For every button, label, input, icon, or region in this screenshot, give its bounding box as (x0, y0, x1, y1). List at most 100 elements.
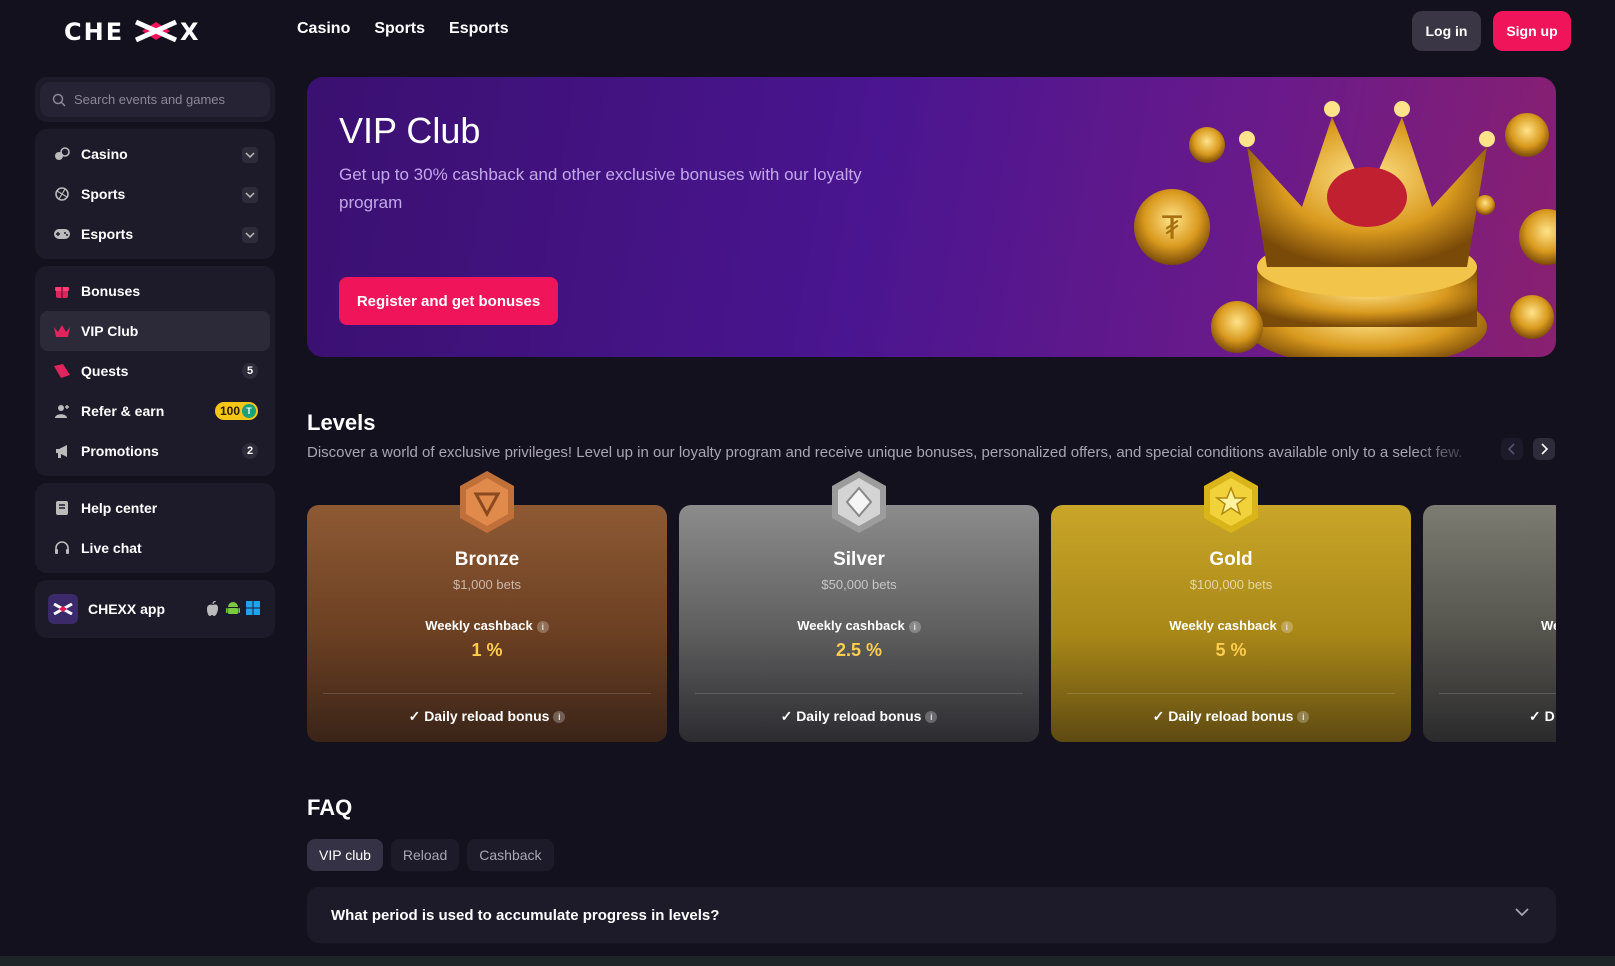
search-input[interactable]: Search events and games (40, 82, 270, 117)
sports-icon (53, 185, 71, 203)
chexx-app-link[interactable]: CHEXX app (40, 585, 270, 633)
levels-description: Discover a world of exclusive privileges… (307, 444, 1463, 461)
nav-casino[interactable]: Casino (297, 20, 350, 38)
tab-reload[interactable]: Reload (390, 839, 460, 871)
megaphone-icon (53, 442, 71, 460)
daily-reload-text: Daily reload bonus (796, 708, 922, 724)
sidebar: Search events and games Casino Sports Es… (35, 77, 275, 645)
svg-text:X: X (180, 19, 199, 43)
faq-heading: FAQ (307, 795, 353, 820)
weekly-cashback-text: Weekly cashback (1169, 618, 1277, 633)
nav-sports[interactable]: Sports (374, 20, 425, 38)
nav-esports[interactable]: Esports (449, 20, 509, 38)
android-icon[interactable] (226, 601, 240, 617)
daily-reload-text: Daily reload bonus (424, 708, 550, 724)
weekly-cashback-value: 1 % (471, 640, 503, 660)
levels-carousel: Bronze $1,000 bets Weekly cashback i 1 % … (307, 470, 1556, 742)
weekly-cashback-label: Weekly cashback i (679, 618, 1039, 633)
tab-cashback[interactable]: Cashback (467, 839, 554, 871)
search-panel: Search events and games (35, 77, 275, 122)
levels-prev-button[interactable] (1501, 438, 1523, 460)
os-taskbar (0, 956, 1615, 966)
casino-icon (53, 145, 71, 163)
info-icon[interactable]: i (536, 620, 549, 633)
crown-icon (53, 322, 71, 340)
info-icon[interactable]: i (1297, 711, 1310, 724)
svg-text:₮: ₮ (1162, 209, 1183, 247)
login-button[interactable]: Log in (1412, 11, 1481, 51)
hero-title: VIP Club (339, 110, 481, 151)
card-divider (1067, 693, 1395, 694)
sidebar-item-casino[interactable]: Casino (40, 134, 270, 174)
level-bets: $1,000 bets (453, 577, 521, 592)
levels-next-button[interactable] (1533, 438, 1555, 460)
faq-tabs: VIP club Reload Cashback (307, 839, 554, 871)
weekly-cashback-text: Weekly cashback (425, 618, 533, 633)
sidebar-item-label: Quests (81, 363, 129, 379)
level-bets: $100,000 bets (1189, 577, 1273, 592)
card-divider (323, 693, 651, 694)
weekly-cashback-label: Weekly cashback i (307, 618, 667, 633)
weekly-cashback-value: 5 % (1215, 640, 1247, 660)
info-icon[interactable]: i (1280, 620, 1293, 633)
sidebar-item-label: Sports (81, 186, 126, 202)
sidebar-item-sports[interactable]: Sports (40, 174, 270, 214)
register-bonus-button[interactable]: Register and get bonuses (339, 277, 558, 325)
level-card-next: We ✓ D (1423, 505, 1556, 742)
windows-icon[interactable] (246, 601, 260, 615)
chevron-right-icon (1541, 443, 1548, 455)
hero-subtitle: Get up to 30% cashback and other exclusi… (339, 165, 862, 212)
sidebar-item-bonuses[interactable]: Bonuses (40, 271, 270, 311)
sidebar-item-esports[interactable]: Esports (40, 214, 270, 254)
daily-reload-row: ✓ D (1423, 708, 1556, 725)
levels-heading: Levels (307, 410, 376, 435)
app-panel: CHEXX app (35, 580, 275, 638)
faq-question-text: What period is used to accumulate progre… (331, 906, 720, 924)
weekly-cashback-value: 2.5 % (835, 640, 883, 660)
sidebar-item-help-center[interactable]: Help center (40, 488, 270, 528)
sidebar-item-label: Help center (81, 500, 158, 516)
apple-icon[interactable] (206, 601, 220, 617)
signup-button[interactable]: Sign up (1493, 11, 1571, 51)
top-bar: CHE X Casino Sports Esports Log in Sign … (0, 0, 1615, 62)
level-card-gold: Gold $100,000 bets Weekly cashback i 5 % … (1051, 505, 1411, 742)
chevron-down-icon[interactable] (242, 187, 258, 203)
sidebar-item-promotions[interactable]: Promotions 2 (40, 431, 270, 471)
daily-reload-row: ✓ Daily reload bonus i (1051, 708, 1411, 725)
sidebar-item-label: Live chat (81, 540, 142, 556)
chevron-down-icon[interactable] (242, 227, 258, 243)
os-icons (206, 601, 260, 617)
weekly-cashback-label: Weekly cashback i (1051, 618, 1411, 633)
level-name: Bronze (454, 549, 520, 570)
sidebar-item-quests[interactable]: Quests 5 (40, 351, 270, 391)
promotions-count-badge: 2 (242, 443, 258, 459)
faq-question[interactable]: What period is used to accumulate progre… (307, 887, 1556, 943)
support-panel: Help center Live chat (35, 483, 275, 573)
daily-reload-row: ✓ Daily reload bonus i (307, 708, 667, 725)
info-icon[interactable]: i (553, 711, 566, 724)
level-card-bronze: Bronze $1,000 bets Weekly cashback i 1 % … (307, 505, 667, 742)
sidebar-item-vip-club[interactable]: VIP Club (40, 311, 270, 351)
daily-reload-row: ✓ Daily reload bonus i (679, 708, 1039, 725)
sidebar-item-live-chat[interactable]: Live chat (40, 528, 270, 568)
app-label: CHEXX app (88, 601, 166, 617)
tab-vip-club[interactable]: VIP club (307, 839, 383, 871)
info-icon[interactable]: i (908, 620, 921, 633)
check-icon: ✓ (408, 708, 425, 724)
gift-icon (53, 282, 71, 300)
quests-count-badge: 5 (242, 363, 258, 379)
chevron-down-icon (1515, 908, 1529, 917)
search-icon (52, 93, 66, 107)
sidebar-item-label: Esports (81, 226, 134, 242)
daily-reload-text: Daily reload bonus (1168, 708, 1294, 724)
chexx-logo[interactable]: CHE X (64, 19, 244, 43)
daily-reload-text: D (1544, 708, 1555, 724)
sidebar-item-refer-earn[interactable]: Refer & earn 100 T (40, 391, 270, 431)
chevron-down-icon[interactable] (242, 147, 258, 163)
info-icon[interactable]: i (925, 711, 938, 724)
sidebar-item-label: Refer & earn (81, 403, 165, 419)
level-name: Silver (833, 549, 885, 570)
main-nav: Casino Sports Esports (297, 20, 509, 38)
games-panel: Casino Sports Esports (35, 129, 275, 259)
rewards-panel: Bonuses VIP Club Quests 5 Refer & earn 1… (35, 266, 275, 476)
